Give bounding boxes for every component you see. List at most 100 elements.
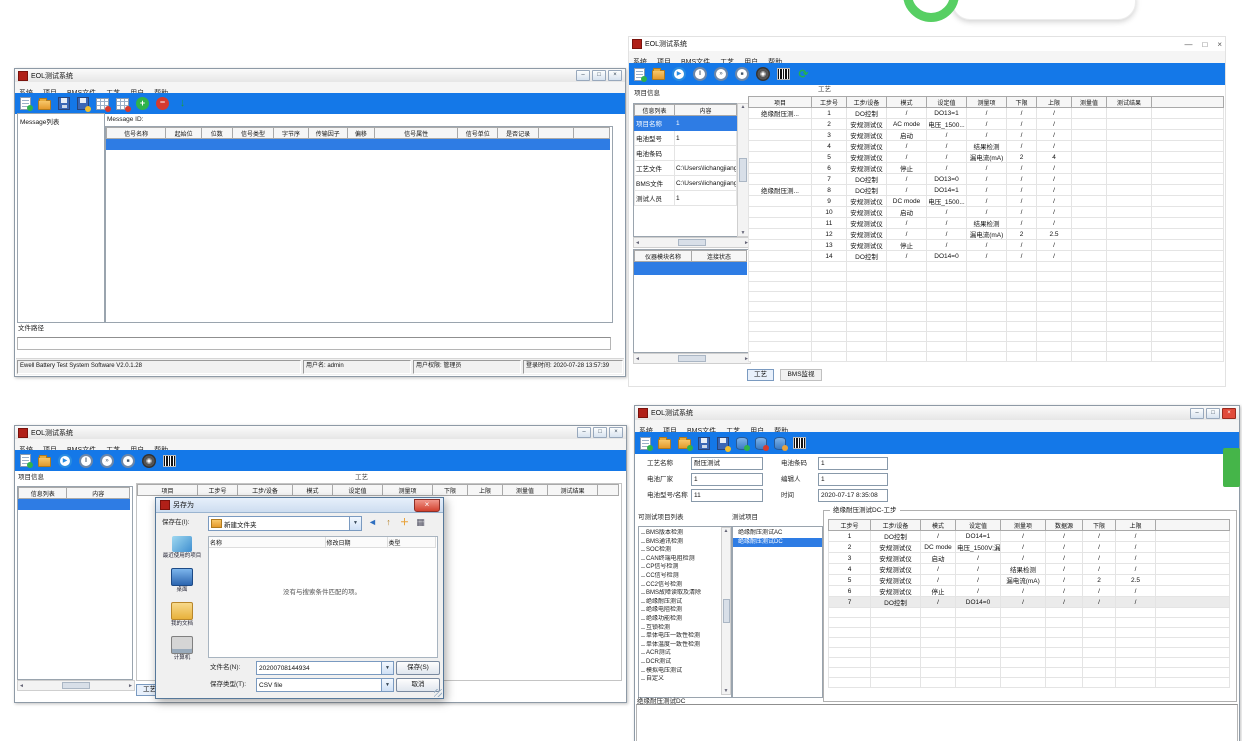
file-path-box[interactable] (17, 337, 611, 350)
table-delete-col-icon[interactable] (116, 98, 129, 110)
table-row[interactable]: 电池条码 (635, 146, 737, 161)
test-item[interactable]: DCR测试 (639, 658, 731, 667)
views-icon[interactable]: ▦ (414, 516, 427, 529)
table-row[interactable] (829, 638, 1230, 648)
table-row[interactable]: 11安规测试仪//结果检测// (749, 218, 1224, 229)
save-icon[interactable] (58, 97, 70, 110)
test-item[interactable]: ACR测试 (639, 649, 731, 658)
table-row[interactable]: 绝缘耐压测...1DO控制/DO13=1/// (749, 108, 1224, 119)
table-row[interactable]: 电池型号1 (635, 131, 737, 146)
table-row[interactable]: 工艺文件C:\Users\lichangjiang\Desktop\ (635, 161, 737, 176)
vertical-scrollbar[interactable]: ▲▼ (721, 527, 731, 695)
window-control-button[interactable]: × (1217, 40, 1222, 49)
open-folder-icon[interactable] (652, 70, 665, 80)
table-row[interactable] (829, 628, 1230, 638)
table-row[interactable]: 2安规测试仪DC mode电压_1500V;漏...//// (829, 542, 1230, 553)
remove-circle-icon[interactable]: − (156, 97, 169, 110)
play-icon[interactable]: ▶ (58, 454, 72, 468)
filename-input[interactable]: 20200708144934 ▼ (256, 661, 394, 675)
test-item[interactable]: 互锁检测 (639, 624, 731, 633)
scroll-left-icon[interactable]: ◄ (635, 356, 640, 362)
title-bar[interactable]: EOL测试系统 –□× (15, 426, 626, 440)
window-control-button[interactable]: × (609, 427, 623, 438)
table-row[interactable]: 3安规测试仪启动//// (749, 130, 1224, 141)
resize-grip[interactable] (434, 689, 442, 697)
toggle-pill[interactable] (952, 0, 1136, 20)
new-doc-icon[interactable] (640, 437, 651, 450)
steps-table[interactable]: 工步号工步/设备模式设定值测量项数据源下限上限1DO控制/DO14=1////2… (828, 519, 1230, 688)
scroll-thumb[interactable] (739, 158, 747, 182)
refresh-icon[interactable]: ⟳ (797, 68, 810, 81)
fast-forward-icon[interactable]: » (100, 454, 114, 468)
open-folder-icon[interactable] (38, 457, 51, 467)
save-icon[interactable] (698, 437, 710, 450)
disc-icon[interactable] (756, 67, 770, 81)
table-row[interactable]: 项目名称1 (635, 116, 737, 131)
battery-model-input[interactable]: 11 (691, 489, 763, 502)
folder-import-icon[interactable] (678, 439, 691, 449)
save-in-combobox[interactable]: 新建文件夹 ▼ (208, 516, 362, 531)
scroll-down-icon[interactable]: ▼ (741, 230, 746, 236)
window-control-button[interactable]: □ (593, 427, 607, 438)
device-module-table[interactable]: 仪器模块名称连接状态 (633, 249, 749, 353)
disc-icon[interactable] (142, 454, 156, 468)
window-control-button[interactable]: □ (592, 70, 606, 81)
steps-table[interactable]: 项目工步号工步/设备模式设定值测量项下限上限测量值测试结果绝缘耐压测...1DO… (748, 96, 1224, 362)
test-item[interactable]: 绝缘耐压测试 (639, 598, 731, 607)
table-row[interactable] (107, 139, 610, 150)
save-edit-icon[interactable] (717, 437, 729, 450)
table-row[interactable] (829, 608, 1230, 618)
save-edit-icon[interactable] (77, 97, 89, 110)
scroll-up-icon[interactable]: ▲ (724, 528, 729, 534)
test-item[interactable]: 单体温度一致性检测 (639, 641, 731, 650)
test-item[interactable]: 单体电压一致性检测 (639, 632, 731, 641)
scroll-up-icon[interactable]: ▲ (741, 104, 746, 110)
test-item[interactable]: CP信号检测 (639, 563, 731, 572)
stop-icon[interactable]: ■ (121, 454, 135, 468)
table-row[interactable]: 13安规测试仪停止//// (749, 240, 1224, 251)
table-row[interactable] (829, 668, 1230, 678)
project-info-table[interactable]: 信息列表内容项目名称1电池型号1电池条码工艺文件C:\Users\lichang… (633, 103, 739, 237)
window-control-button[interactable]: — (1184, 40, 1192, 49)
table-row[interactable] (829, 678, 1230, 688)
time-input[interactable]: 2020-07-17 8:35:08 (818, 489, 888, 502)
table-row[interactable] (749, 322, 1224, 332)
tab-process-top[interactable]: 工艺 (818, 86, 831, 94)
battery-maker-input[interactable]: 1 (691, 473, 763, 486)
table-row[interactable]: 5安规测试仪//漏电流(mA)24 (749, 152, 1224, 163)
table-row[interactable] (19, 499, 130, 510)
add-circle-icon[interactable]: + (136, 97, 149, 110)
table-row[interactable]: 2安规测试仪AC mode电压_1500.../// (749, 119, 1224, 130)
log-textarea[interactable] (636, 704, 1238, 741)
table-row[interactable]: 7DO控制/DO14=0//// (829, 597, 1230, 608)
table-row[interactable] (749, 262, 1224, 272)
place-computer[interactable]: 计算机 (160, 636, 204, 661)
table-row[interactable]: 4安规测试仪//结果检测/// (829, 564, 1230, 575)
table-row[interactable]: 5安规测试仪//漏电流(mA)/22.5 (829, 575, 1230, 586)
scroll-left-icon[interactable]: ◄ (635, 240, 640, 246)
table-row[interactable] (829, 658, 1230, 668)
barcode-icon[interactable] (777, 68, 790, 80)
up-folder-icon[interactable]: ↑ (382, 516, 395, 529)
window-control-button[interactable]: □ (1206, 408, 1220, 419)
scroll-right-icon[interactable]: ► (128, 683, 133, 689)
table-row[interactable]: 7DO控制/DO13=0/// (749, 174, 1224, 185)
table-row[interactable]: 10安规测试仪启动//// (749, 207, 1224, 218)
barcode-icon[interactable] (793, 437, 806, 449)
table-row[interactable]: 6安规测试仪停止//// (749, 163, 1224, 174)
new-doc-icon[interactable] (634, 68, 645, 81)
table-row[interactable] (749, 342, 1224, 352)
editor-input[interactable]: 1 (818, 473, 888, 486)
play-icon[interactable]: ▶ (672, 67, 686, 81)
table-row[interactable] (749, 352, 1224, 362)
new-doc-icon[interactable] (20, 97, 31, 110)
table-row[interactable]: 4安规测试仪//结果检测// (749, 141, 1224, 152)
window-control-button[interactable]: □ (1202, 40, 1207, 49)
test-item[interactable]: 绝缘电阻检测 (639, 606, 731, 615)
table-row[interactable] (749, 272, 1224, 282)
table-row[interactable] (749, 332, 1224, 342)
window-control-button[interactable]: – (577, 427, 591, 438)
scroll-thumb[interactable] (678, 239, 706, 246)
test-item[interactable]: 绝缘耐压测试AC (733, 529, 822, 538)
chevron-down-icon[interactable]: ▼ (381, 662, 393, 674)
